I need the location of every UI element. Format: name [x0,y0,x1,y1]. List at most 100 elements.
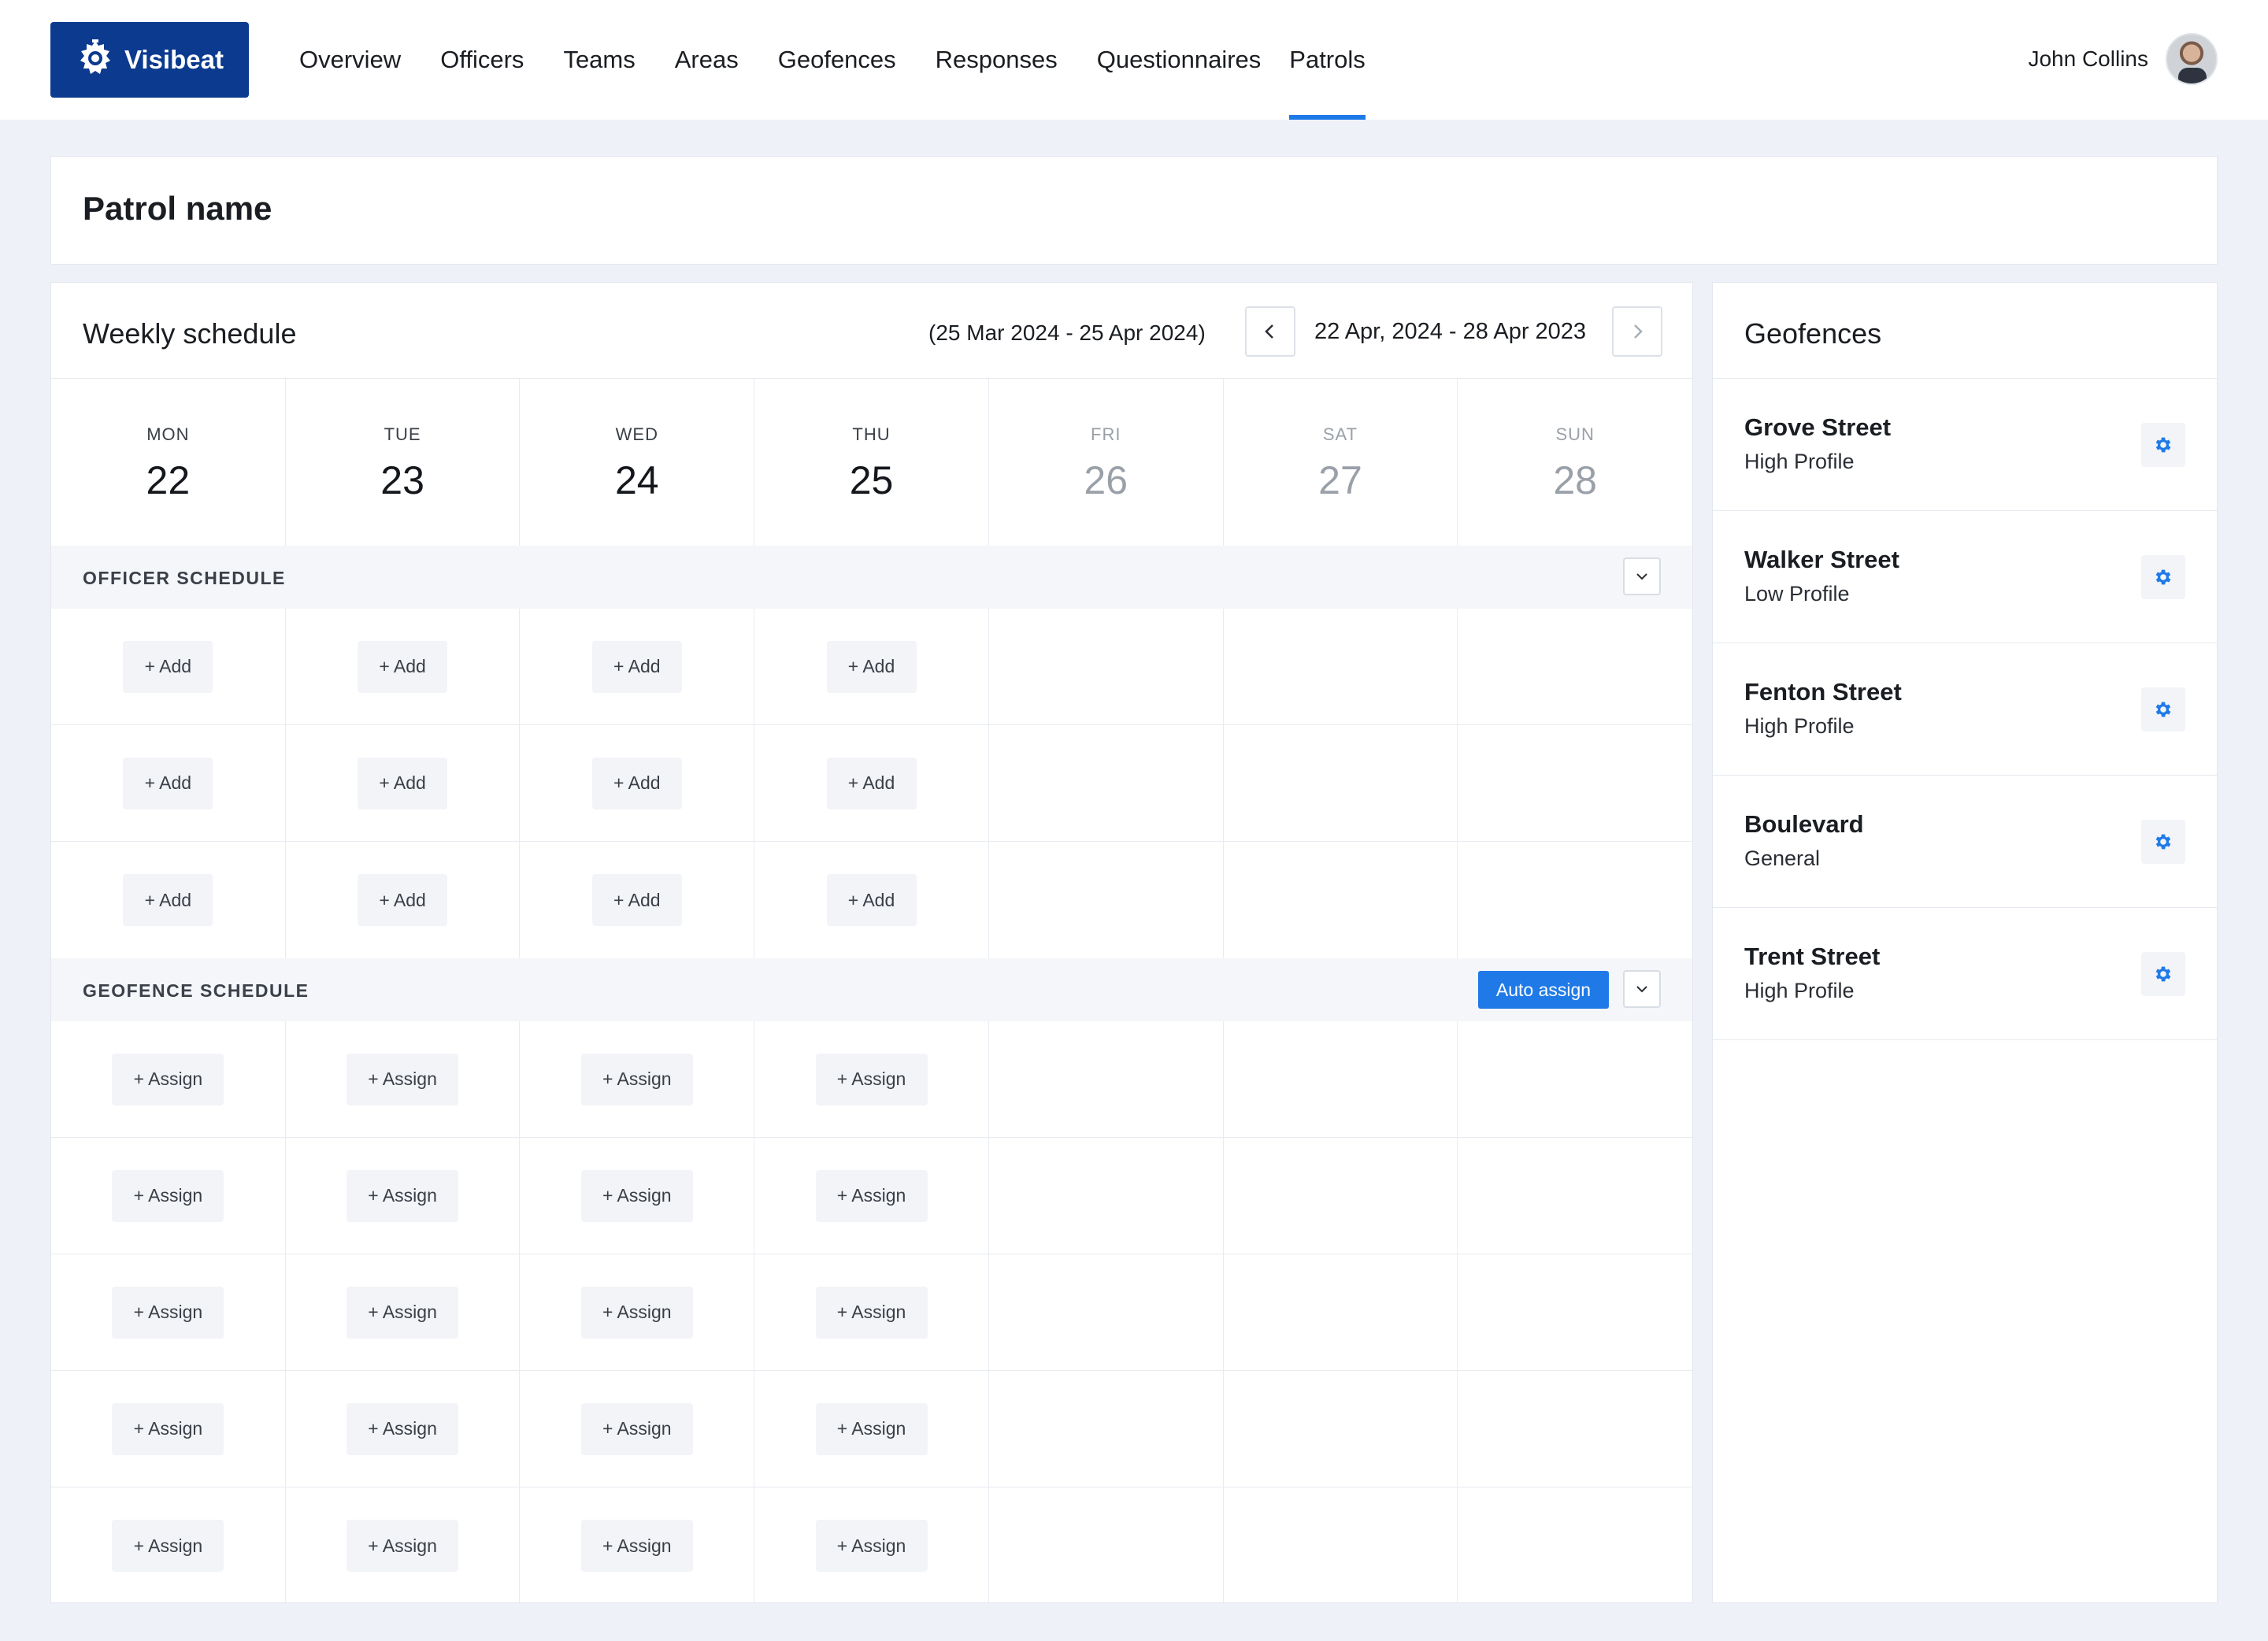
officer-cell-wed: + Add [520,609,755,724]
top-navigation-bar: Visibeat Overview Officers Teams Areas G… [0,0,2268,120]
geofence-name: Walker Street [1744,546,1899,573]
add-officer-button[interactable]: + Add [123,757,213,809]
gear-icon [2155,702,2171,717]
geofence-item-grove-street[interactable]: Grove Street High Profile [1713,379,2217,511]
officer-cell-sun [1458,725,1692,841]
assign-geofence-button[interactable]: + Assign [346,1169,459,1222]
assign-geofence-button[interactable]: + Assign [815,1402,928,1455]
geofence-cell-sun [1458,1254,1692,1370]
officer-schedule-header: OFFICER SCHEDULE [51,546,1692,609]
officer-cell-tue: + Add [286,609,521,724]
avatar[interactable] [2166,33,2218,85]
assign-geofence-button[interactable]: + Assign [112,1169,224,1222]
officer-cell-sun [1458,842,1692,958]
assign-geofence-button[interactable]: + Assign [580,1520,693,1572]
gear-icon [2155,569,2171,585]
nav-geofences[interactable]: Geofences [778,0,896,120]
day-number: 23 [380,458,424,502]
assign-geofence-button[interactable]: + Assign [112,1286,224,1339]
add-officer-button[interactable]: + Add [358,874,448,926]
nav-questionnaires[interactable]: Questionnaires [1097,0,1262,120]
day-name: SAT [1322,424,1358,444]
geofence-cell-thu: + Assign [754,1371,989,1487]
geofence-cell-sun [1458,1021,1692,1137]
geofence-profile: High Profile [1744,450,1855,473]
geofence-item-walker-street[interactable]: Walker Street Low Profile [1713,511,2217,643]
overall-date-range: (25 Mar 2024 - 25 Apr 2024) [928,320,1206,345]
assign-geofence-button[interactable]: + Assign [580,1402,693,1455]
assign-geofence-button[interactable]: + Assign [580,1169,693,1222]
geofence-settings-button[interactable] [2141,820,2185,864]
add-officer-button[interactable]: + Add [591,640,682,693]
assign-geofence-button[interactable]: + Assign [112,1402,224,1455]
assign-geofence-button[interactable]: + Assign [580,1286,693,1339]
assign-geofence-button[interactable]: + Assign [580,1053,693,1106]
officer-schedule-label: OFFICER SCHEDULE [83,568,286,588]
nav-officers[interactable]: Officers [440,0,524,120]
assign-geofence-button[interactable]: + Assign [815,1520,928,1572]
add-officer-button[interactable]: + Add [123,874,213,926]
add-officer-button[interactable]: + Add [826,757,917,809]
geofence-settings-button[interactable] [2141,687,2185,732]
geofence-schedule-grid: + Assign + Assign + Assign + Assign + Assign… [51,1021,1692,1604]
officer-schedule-row: + Add + Add + Add + Add [51,842,1692,958]
geofences-title: Geofences [1713,283,2217,379]
assign-geofence-button[interactable]: + Assign [346,1520,459,1572]
geofence-cell-sun [1458,1371,1692,1487]
chevron-left-icon [1265,324,1273,339]
assign-geofence-button[interactable]: + Assign [815,1286,928,1339]
add-officer-button[interactable]: + Add [123,640,213,693]
geofence-name: Grove Street [1744,413,1892,441]
geofences-panel: Geofences Grove Street High Profile Walk… [1712,282,2218,1603]
assign-geofence-button[interactable]: + Assign [815,1053,928,1106]
geofence-cell-wed: + Assign [520,1138,755,1254]
geofence-cell-thu: + Assign [754,1138,989,1254]
geofence-cell-mon: + Assign [51,1371,286,1487]
app-logo[interactable]: Visibeat [50,22,249,98]
next-week-button[interactable] [1612,306,1662,357]
add-officer-button[interactable]: + Add [358,640,448,693]
day-name: FRI [1091,424,1121,444]
geofence-schedule-row: + Assign + Assign + Assign + Assign [51,1138,1692,1254]
geofence-item-trent-street[interactable]: Trent Street High Profile [1713,908,2217,1040]
nav-responses[interactable]: Responses [936,0,1058,120]
assign-geofence-button[interactable]: + Assign [815,1169,928,1222]
officer-cell-thu: + Add [754,725,989,841]
page-header: Patrol name [50,156,2218,265]
add-officer-button[interactable]: + Add [826,640,917,693]
geofence-schedule-row: + Assign + Assign + Assign + Assign [51,1487,1692,1604]
add-officer-button[interactable]: + Add [591,874,682,926]
geofence-profile: Low Profile [1744,582,1850,606]
geofence-settings-button[interactable] [2141,423,2185,467]
assign-geofence-button[interactable]: + Assign [112,1053,224,1106]
assign-geofence-button[interactable]: + Assign [112,1520,224,1572]
auto-assign-button[interactable]: Auto assign [1478,971,1609,1009]
geofence-item-boulevard[interactable]: Boulevard General [1713,776,2217,908]
geofence-name: Fenton Street [1744,678,1902,706]
officer-schedule-collapse-button[interactable] [1623,557,1661,595]
geofence-cell-thu: + Assign [754,1254,989,1370]
previous-week-button[interactable] [1245,306,1295,357]
geofence-item-fenton-street[interactable]: Fenton Street High Profile [1713,643,2217,776]
assign-geofence-button[interactable]: + Assign [346,1286,459,1339]
geofence-cell-wed: + Assign [520,1371,755,1487]
assign-geofence-button[interactable]: + Assign [346,1053,459,1106]
geofence-schedule-collapse-button[interactable] [1623,970,1661,1008]
geofence-settings-button[interactable] [2141,952,2185,996]
user-menu[interactable]: John Collins [2028,31,2218,87]
day-header-row: MON 22 TUE 23 WED 24 THU 25 FRI 26 SAT 2… [51,379,1692,546]
geofence-cell-fri [989,1138,1224,1254]
geofence-settings-button[interactable] [2141,555,2185,599]
day-column-sat: SAT 27 [1224,379,1458,546]
geofence-profile: General [1744,846,1821,870]
nav-overview[interactable]: Overview [299,0,401,120]
add-officer-button[interactable]: + Add [591,757,682,809]
add-officer-button[interactable]: + Add [826,874,917,926]
nav-patrols[interactable]: Patrols [1289,0,1366,120]
add-officer-button[interactable]: + Add [358,757,448,809]
nav-teams[interactable]: Teams [563,0,635,120]
assign-geofence-button[interactable]: + Assign [346,1402,459,1455]
geofence-schedule-row: + Assign + Assign + Assign + Assign [51,1371,1692,1487]
chevron-right-icon [1634,324,1643,339]
nav-areas[interactable]: Areas [675,0,739,120]
